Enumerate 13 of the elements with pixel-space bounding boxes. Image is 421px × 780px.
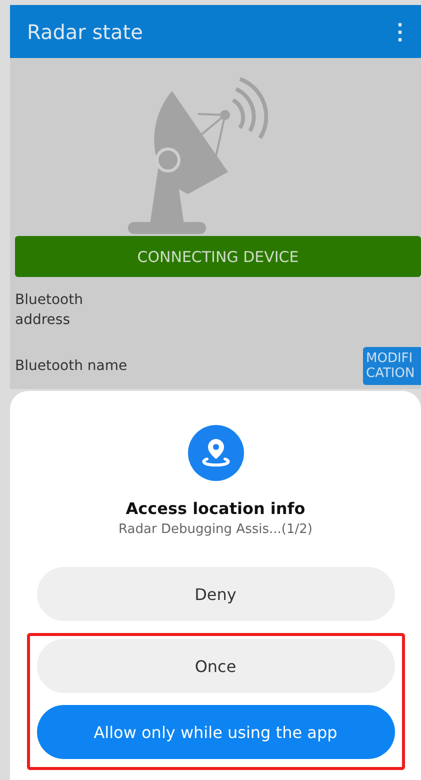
toolbar-title: Radar state bbox=[27, 20, 143, 44]
location-pin-icon bbox=[188, 425, 244, 481]
dialog-title: Access location info bbox=[126, 499, 306, 518]
field-label: Bluetooth address bbox=[15, 291, 84, 330]
option-button[interactable]: Once bbox=[36, 639, 394, 693]
connect-device-button[interactable]: CONNECTING DEVICE bbox=[15, 236, 421, 277]
allow-button[interactable]: Allow only while using the app bbox=[36, 705, 394, 759]
menu-button[interactable]: ⋮ bbox=[385, 18, 415, 44]
dialog-subtitle: Radar Debugging Assis...(1/2) bbox=[118, 522, 312, 537]
satellite-dish-icon bbox=[128, 76, 268, 236]
field-label: Bluetooth name bbox=[15, 357, 128, 376]
modification-button[interactable]: MODIFICATION bbox=[363, 347, 421, 385]
option-button[interactable]: Deny bbox=[36, 567, 394, 621]
